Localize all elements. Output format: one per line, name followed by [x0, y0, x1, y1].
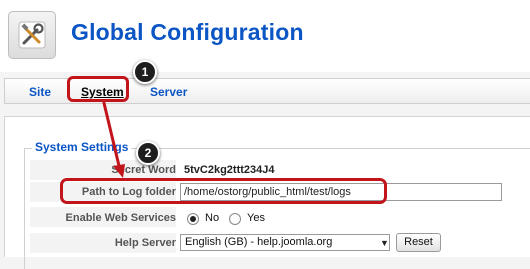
annotation-arrow — [102, 101, 125, 178]
arrow-head-icon — [113, 164, 125, 178]
callout-1: 1 — [133, 60, 157, 84]
callout-2: 2 — [136, 141, 160, 165]
